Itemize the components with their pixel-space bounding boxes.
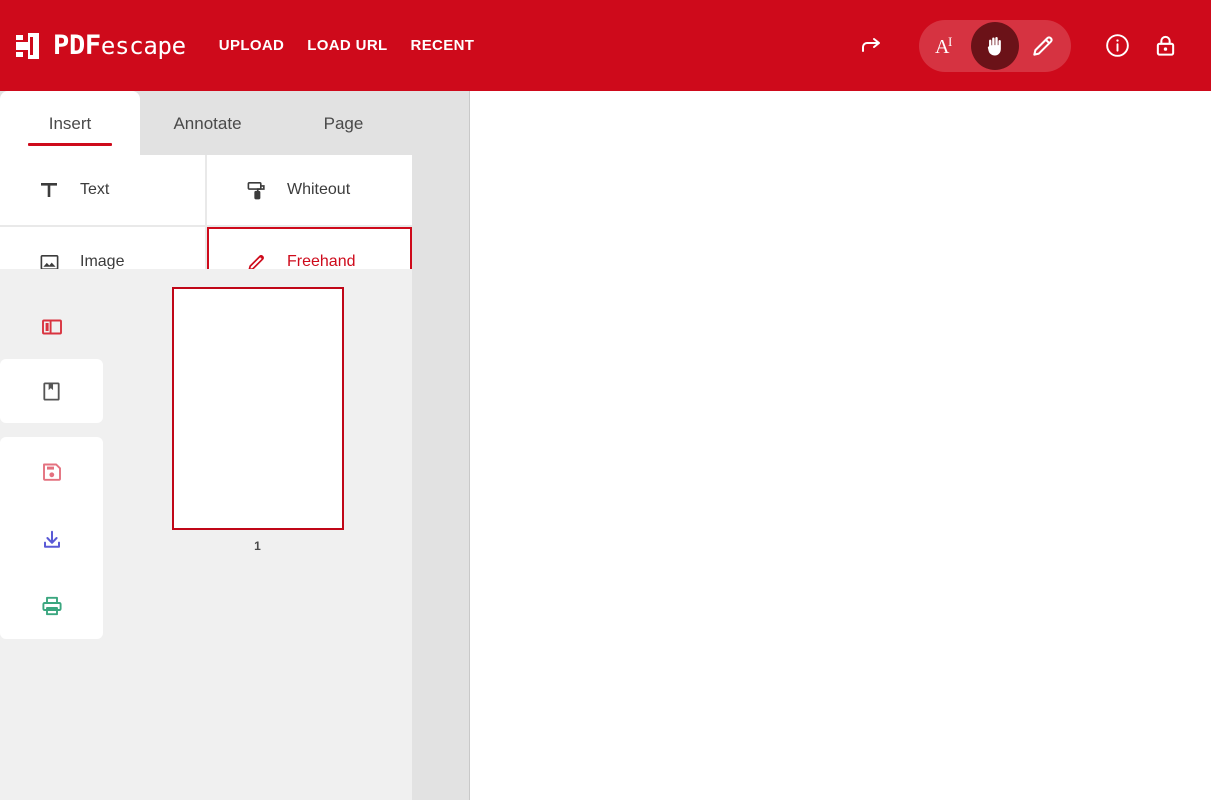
tab-annotate[interactable]: Annotate [140, 91, 275, 155]
redo-button[interactable] [847, 22, 895, 70]
info-circle-icon [1105, 34, 1129, 57]
panel-tabbar: Insert Annotate Page [0, 91, 412, 155]
pdfescape-app: PDFescape UPLOAD LOAD URL RECENT A I Ins… [0, 0, 1211, 800]
page-thumbnail-list: 1 [103, 269, 412, 800]
rail-bookmarks-button[interactable] [0, 359, 103, 423]
rail-actions-card [0, 437, 103, 639]
save-icon [42, 463, 61, 481]
print-icon [41, 596, 62, 616]
info-button[interactable] [1093, 22, 1141, 70]
app-header: PDFescape UPLOAD LOAD URL RECENT A I [0, 0, 1211, 91]
tab-annotate-label: Annotate [173, 113, 242, 133]
text-select-icon: A I [935, 34, 952, 58]
rail-save-button[interactable] [0, 437, 103, 507]
document-canvas[interactable] [471, 91, 1211, 800]
page-thumbnails-panel-icon [41, 319, 62, 335]
tab-active-underline [28, 143, 112, 146]
redo-arrow-icon [862, 37, 880, 52]
text-T-icon [38, 179, 60, 201]
nav-recent[interactable]: RECENT [411, 37, 475, 54]
tab-page[interactable]: Page [275, 91, 412, 155]
rail-print-button[interactable] [0, 573, 103, 639]
lock-icon [1156, 35, 1174, 56]
brand[interactable]: PDFescape [14, 31, 186, 61]
bookmark-icon [43, 381, 60, 401]
tool-text-label: Text [80, 181, 110, 198]
canvas-gutter [412, 91, 470, 800]
tab-insert[interactable]: Insert [0, 91, 140, 155]
tool-whiteout-label: Whiteout [287, 181, 351, 198]
header-nav: UPLOAD LOAD URL RECENT [219, 37, 475, 54]
download-icon [43, 530, 60, 548]
rail-pages-button[interactable] [0, 295, 103, 359]
lock-button[interactable] [1141, 22, 1189, 70]
header-toolbar: A I [847, 0, 1211, 91]
rail-bookmarks-card [0, 359, 103, 423]
nav-upload[interactable]: UPLOAD [219, 37, 284, 54]
pdfescape-door-logo-icon [16, 32, 39, 59]
tool-text[interactable]: Text [0, 155, 205, 225]
side-icon-rail [0, 269, 103, 800]
paint-roller-icon [245, 179, 267, 201]
page-thumbnail-1[interactable] [171, 287, 344, 530]
left-panel: Insert Annotate Page Text Whiteout Image… [0, 91, 412, 800]
nav-load-url[interactable]: LOAD URL [307, 37, 387, 54]
pencil-edit-icon [1033, 35, 1053, 56]
hand-tool-icon [987, 36, 1001, 56]
page-thumbnail-1-number: 1 [254, 539, 261, 553]
hand-tool-button[interactable] [971, 21, 1019, 70]
brand-name: PDFescape [53, 32, 186, 59]
tab-insert-label: Insert [48, 113, 92, 133]
svg-text:I: I [948, 34, 952, 49]
text-select-tool-button[interactable]: A I [923, 22, 971, 70]
brand-secondary: escape [100, 32, 186, 60]
brand-primary: PDF [53, 30, 101, 61]
pencil-edit-tool-button[interactable] [1019, 22, 1067, 70]
tab-page-label: Page [323, 113, 364, 133]
tool-whiteout[interactable]: Whiteout [207, 155, 412, 225]
panel-body: 1 [0, 269, 412, 800]
rail-download-button[interactable] [0, 507, 103, 573]
mode-tool-group: A I [919, 19, 1071, 72]
